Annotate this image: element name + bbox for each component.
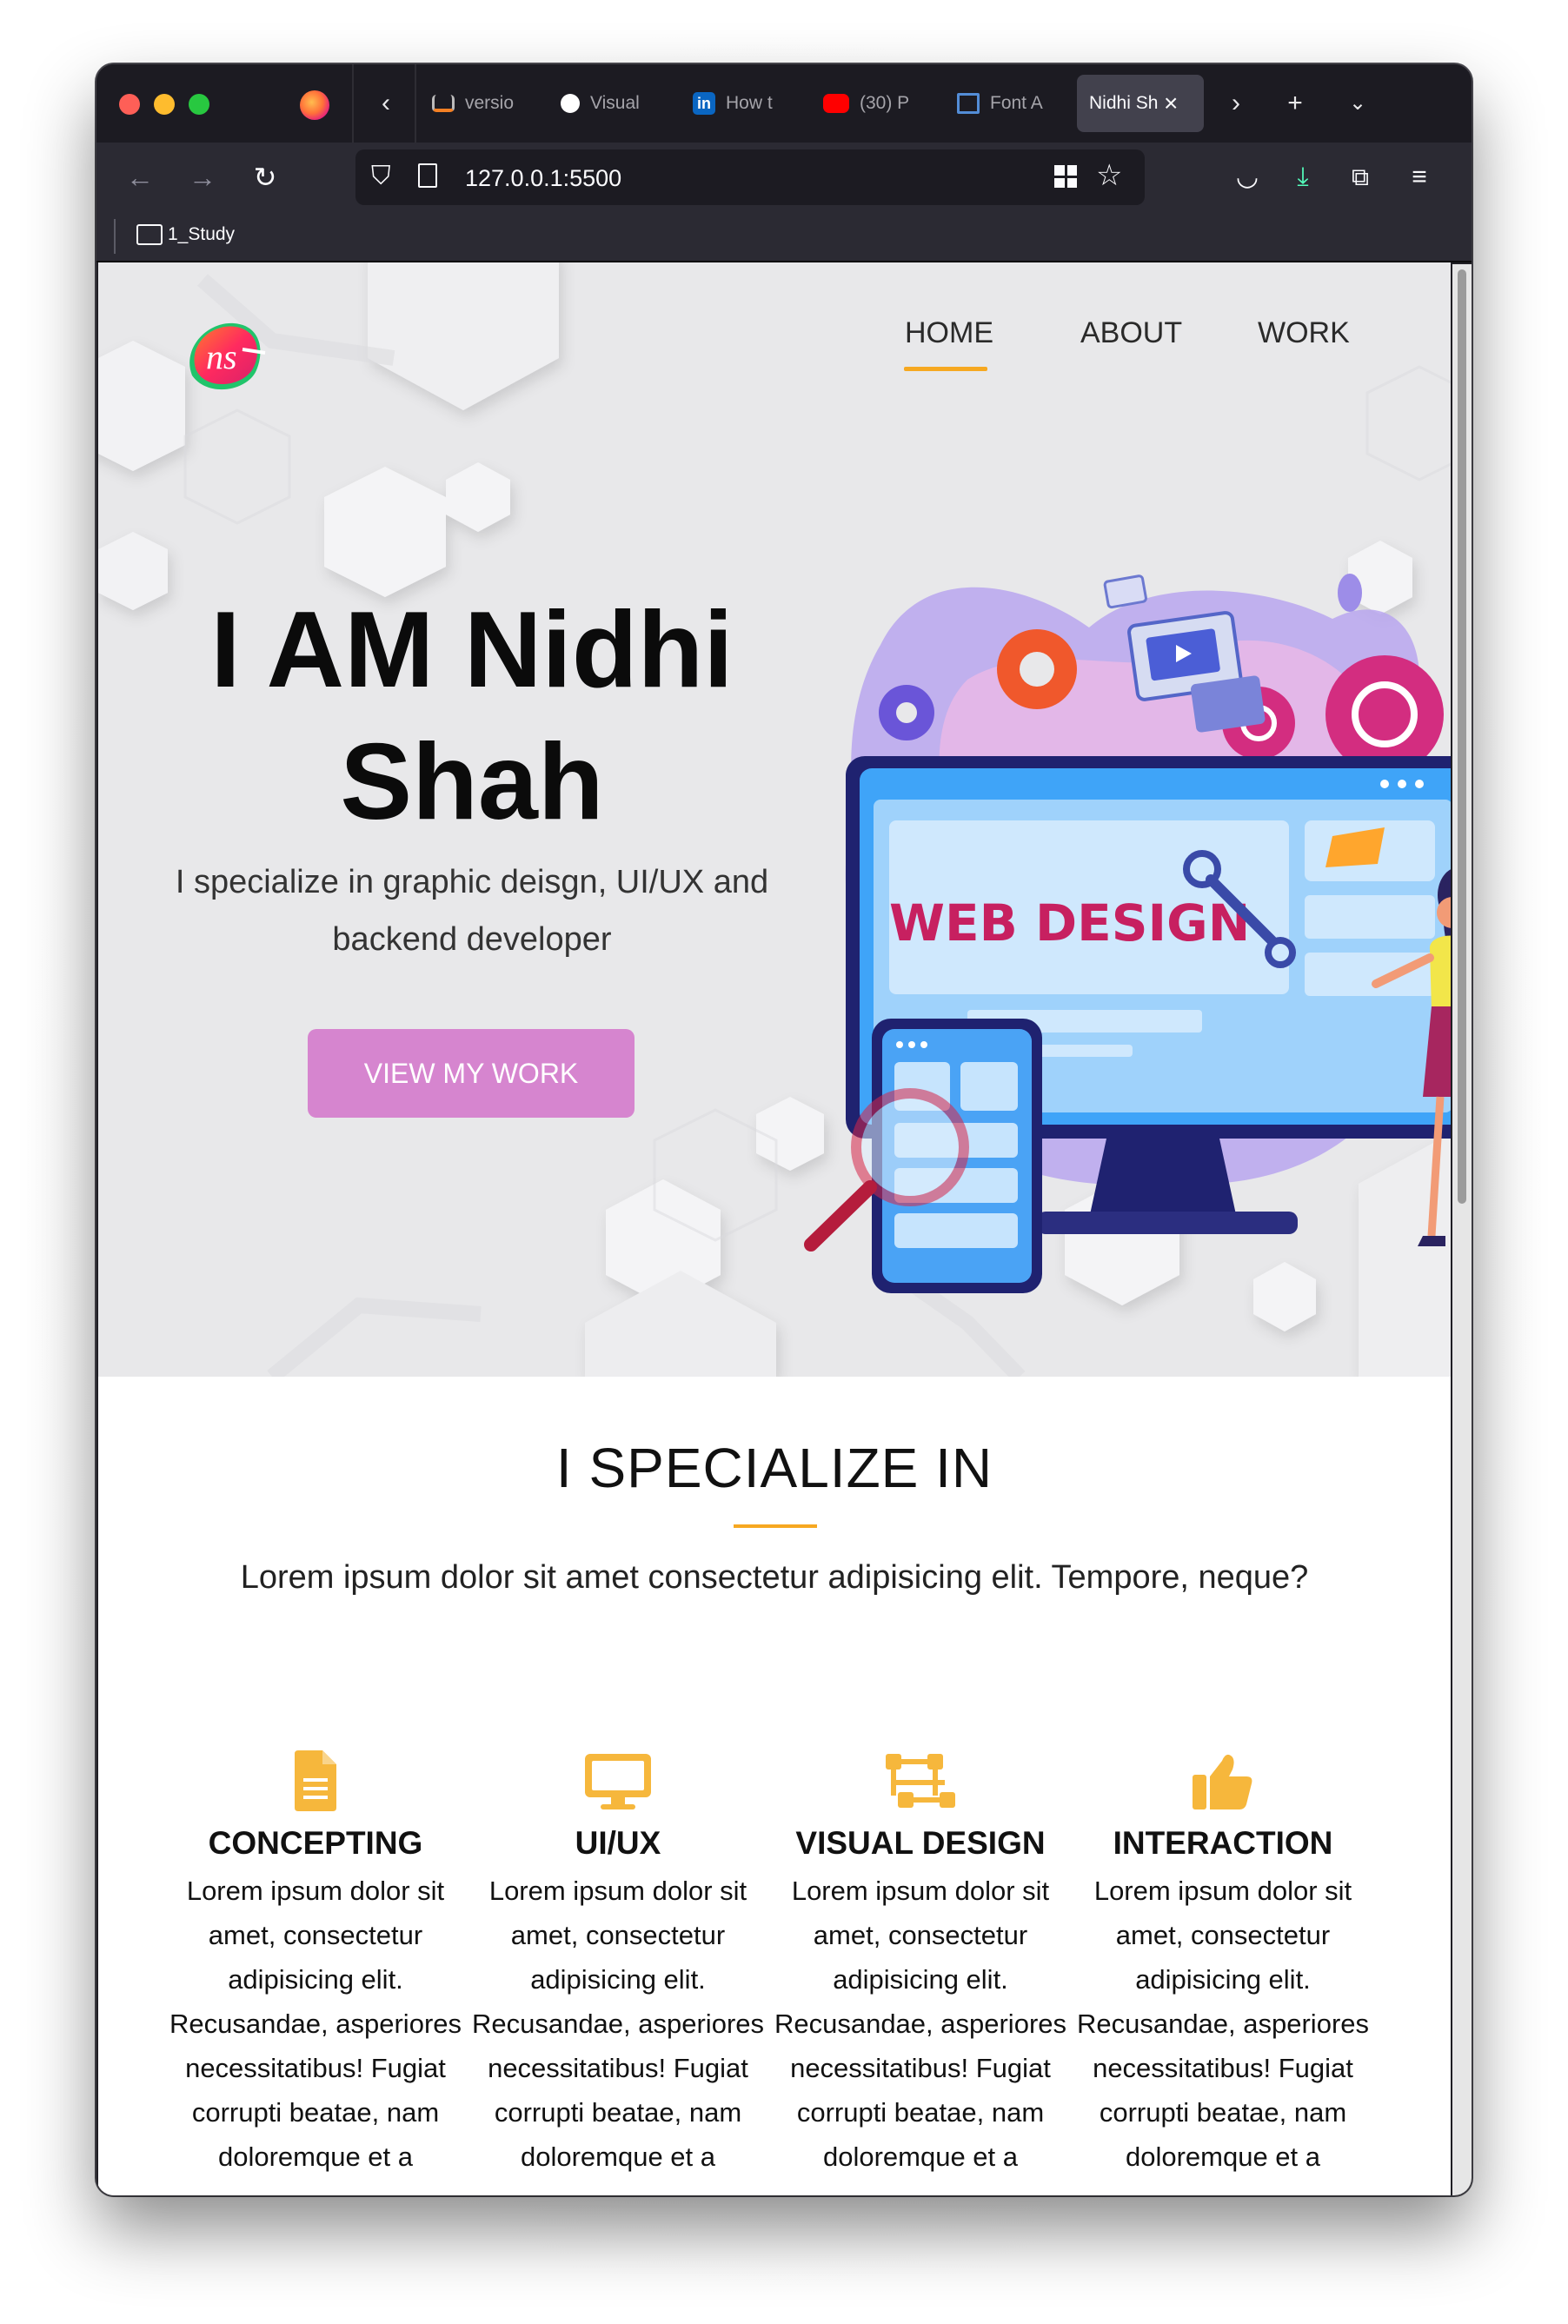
web-page: ns HOME ABOUT WORK I AM Nidhi Shah I spe… xyxy=(98,262,1451,2195)
headline-line-2: Shah xyxy=(340,722,604,842)
page-icon[interactable] xyxy=(418,163,437,188)
url-text[interactable]: 127.0.0.1:5500 xyxy=(465,165,621,192)
hero-section: ns HOME ABOUT WORK I AM Nidhi Shah I spe… xyxy=(98,262,1451,1377)
item-title: VISUAL DESIGN xyxy=(795,1825,1046,1861)
extensions-icon[interactable]: ⧉ xyxy=(1341,158,1379,196)
specialize-title: I SPECIALIZE IN xyxy=(555,1437,993,1499)
close-tab-icon[interactable]: × xyxy=(1164,90,1178,117)
bookmark-star-icon[interactable]: ☆ xyxy=(1096,158,1122,193)
tab-nidhi-active[interactable]: Nidhi Sh × xyxy=(1077,75,1204,132)
nav-home[interactable]: HOME xyxy=(905,316,993,350)
folder-icon xyxy=(136,224,163,245)
document-icon xyxy=(295,1750,336,1811)
specialize-item-visual-design: VISUAL DESIGN Lorem ipsum dolor sit amet… xyxy=(769,1749,1072,2179)
medium-icon xyxy=(561,94,580,113)
tab-how[interactable]: in How t xyxy=(693,85,801,122)
tab-youtube[interactable]: (30) P xyxy=(823,85,931,122)
tab-versio[interactable]: versio xyxy=(432,85,540,122)
page-scrollbar[interactable] xyxy=(1452,264,1472,2195)
item-title: UI/UX xyxy=(575,1825,661,1861)
toolbar-separator xyxy=(114,219,116,254)
back-icon[interactable]: ← xyxy=(121,158,159,196)
tab-separator xyxy=(415,64,416,143)
item-title: INTERACTION xyxy=(1113,1825,1333,1861)
tab-separator xyxy=(352,64,354,143)
specialize-item-concepting: CONCEPTING Lorem ipsum dolor sit amet, c… xyxy=(164,1749,467,2179)
site-logo[interactable]: ns xyxy=(182,315,269,402)
hero-headline: I AM Nidhi Shah xyxy=(159,584,785,848)
menu-icon[interactable]: ≡ xyxy=(1400,158,1438,196)
view-my-work-button[interactable]: VIEW MY WORK xyxy=(308,1029,635,1118)
specialize-item-uiux: UI/UX Lorem ipsum dolor sit amet, consec… xyxy=(467,1749,769,2179)
qr-code-icon[interactable] xyxy=(1054,165,1077,188)
svg-text:ns: ns xyxy=(206,337,237,376)
browser-window: ‹ versio Visual in How t (30) P Font A N… xyxy=(96,64,1472,2195)
close-window-button[interactable] xyxy=(119,94,140,115)
specialize-underline xyxy=(734,1524,817,1528)
new-tab-button[interactable]: + xyxy=(1277,85,1313,122)
forward-icon[interactable]: → xyxy=(183,158,222,196)
pocket-icon[interactable]: ◡ xyxy=(1228,158,1266,196)
tabs-scroll-left-button[interactable]: ‹ xyxy=(368,85,404,122)
stackoverflow-icon xyxy=(432,95,455,112)
specialize-columns: CONCEPTING Lorem ipsum dolor sit amet, c… xyxy=(164,1749,1381,2195)
tab-bar: ‹ versio Visual in How t (30) P Font A N… xyxy=(96,64,1472,143)
item-title: CONCEPTING xyxy=(208,1825,423,1861)
scrollbar-thumb[interactable] xyxy=(1458,269,1466,1204)
specialize-item-interaction: INTERACTION Lorem ipsum dolor sit amet, … xyxy=(1072,1749,1374,2179)
list-tabs-button[interactable]: ⌄ xyxy=(1339,85,1376,122)
item-text: Lorem ipsum dolor sit amet, consectetur … xyxy=(471,1876,765,2172)
item-text: Lorem ipsum dolor sit amet, consectetur … xyxy=(1076,1876,1370,2172)
item-text: Lorem ipsum dolor sit amet, consectetur … xyxy=(774,1876,1067,2172)
tabs-scroll-right-button[interactable]: › xyxy=(1218,85,1254,122)
specialize-description: Lorem ipsum dolor sit amet consectetur a… xyxy=(240,1559,1309,1596)
youtube-icon xyxy=(823,94,849,113)
url-bar[interactable]: ⛉ 127.0.0.1:5500 ☆ xyxy=(355,149,1145,205)
tab-visual[interactable]: Visual xyxy=(561,85,668,122)
minimize-window-button[interactable] xyxy=(154,94,175,115)
headline-line-1: I AM Nidhi xyxy=(210,590,734,710)
vector-square-icon xyxy=(886,1754,955,1808)
bookmark-folder-1-study[interactable]: 1_Study xyxy=(136,224,235,245)
bookmarks-toolbar: 1_Study xyxy=(96,212,1472,262)
svg-text:WEB DESIGN: WEB DESIGN xyxy=(889,893,1250,953)
web-design-illustration: WEB DESIGN xyxy=(804,574,1451,1293)
shield-icon[interactable]: ⛉ xyxy=(371,162,391,191)
zoom-window-button[interactable] xyxy=(189,94,209,115)
item-text: Lorem ipsum dolor sit amet, consectetur … xyxy=(169,1876,462,2172)
thumbs-up-icon xyxy=(1193,1754,1252,1809)
hero-subline: I specialize in graphic deisgn, UI/UX an… xyxy=(175,864,769,958)
nav-work[interactable]: WORK xyxy=(1258,316,1350,350)
fontawesome-flag-icon xyxy=(957,93,980,114)
reload-icon[interactable]: ↻ xyxy=(246,158,284,196)
nav-active-underline xyxy=(904,367,987,371)
downloads-icon[interactable]: ⤓ xyxy=(1284,158,1322,196)
tab-font[interactable]: Font A xyxy=(957,85,1065,122)
nav-about[interactable]: ABOUT xyxy=(1080,316,1182,350)
desktop-icon xyxy=(585,1754,651,1809)
firefox-icon[interactable] xyxy=(300,90,329,120)
linkedin-icon: in xyxy=(693,92,715,115)
